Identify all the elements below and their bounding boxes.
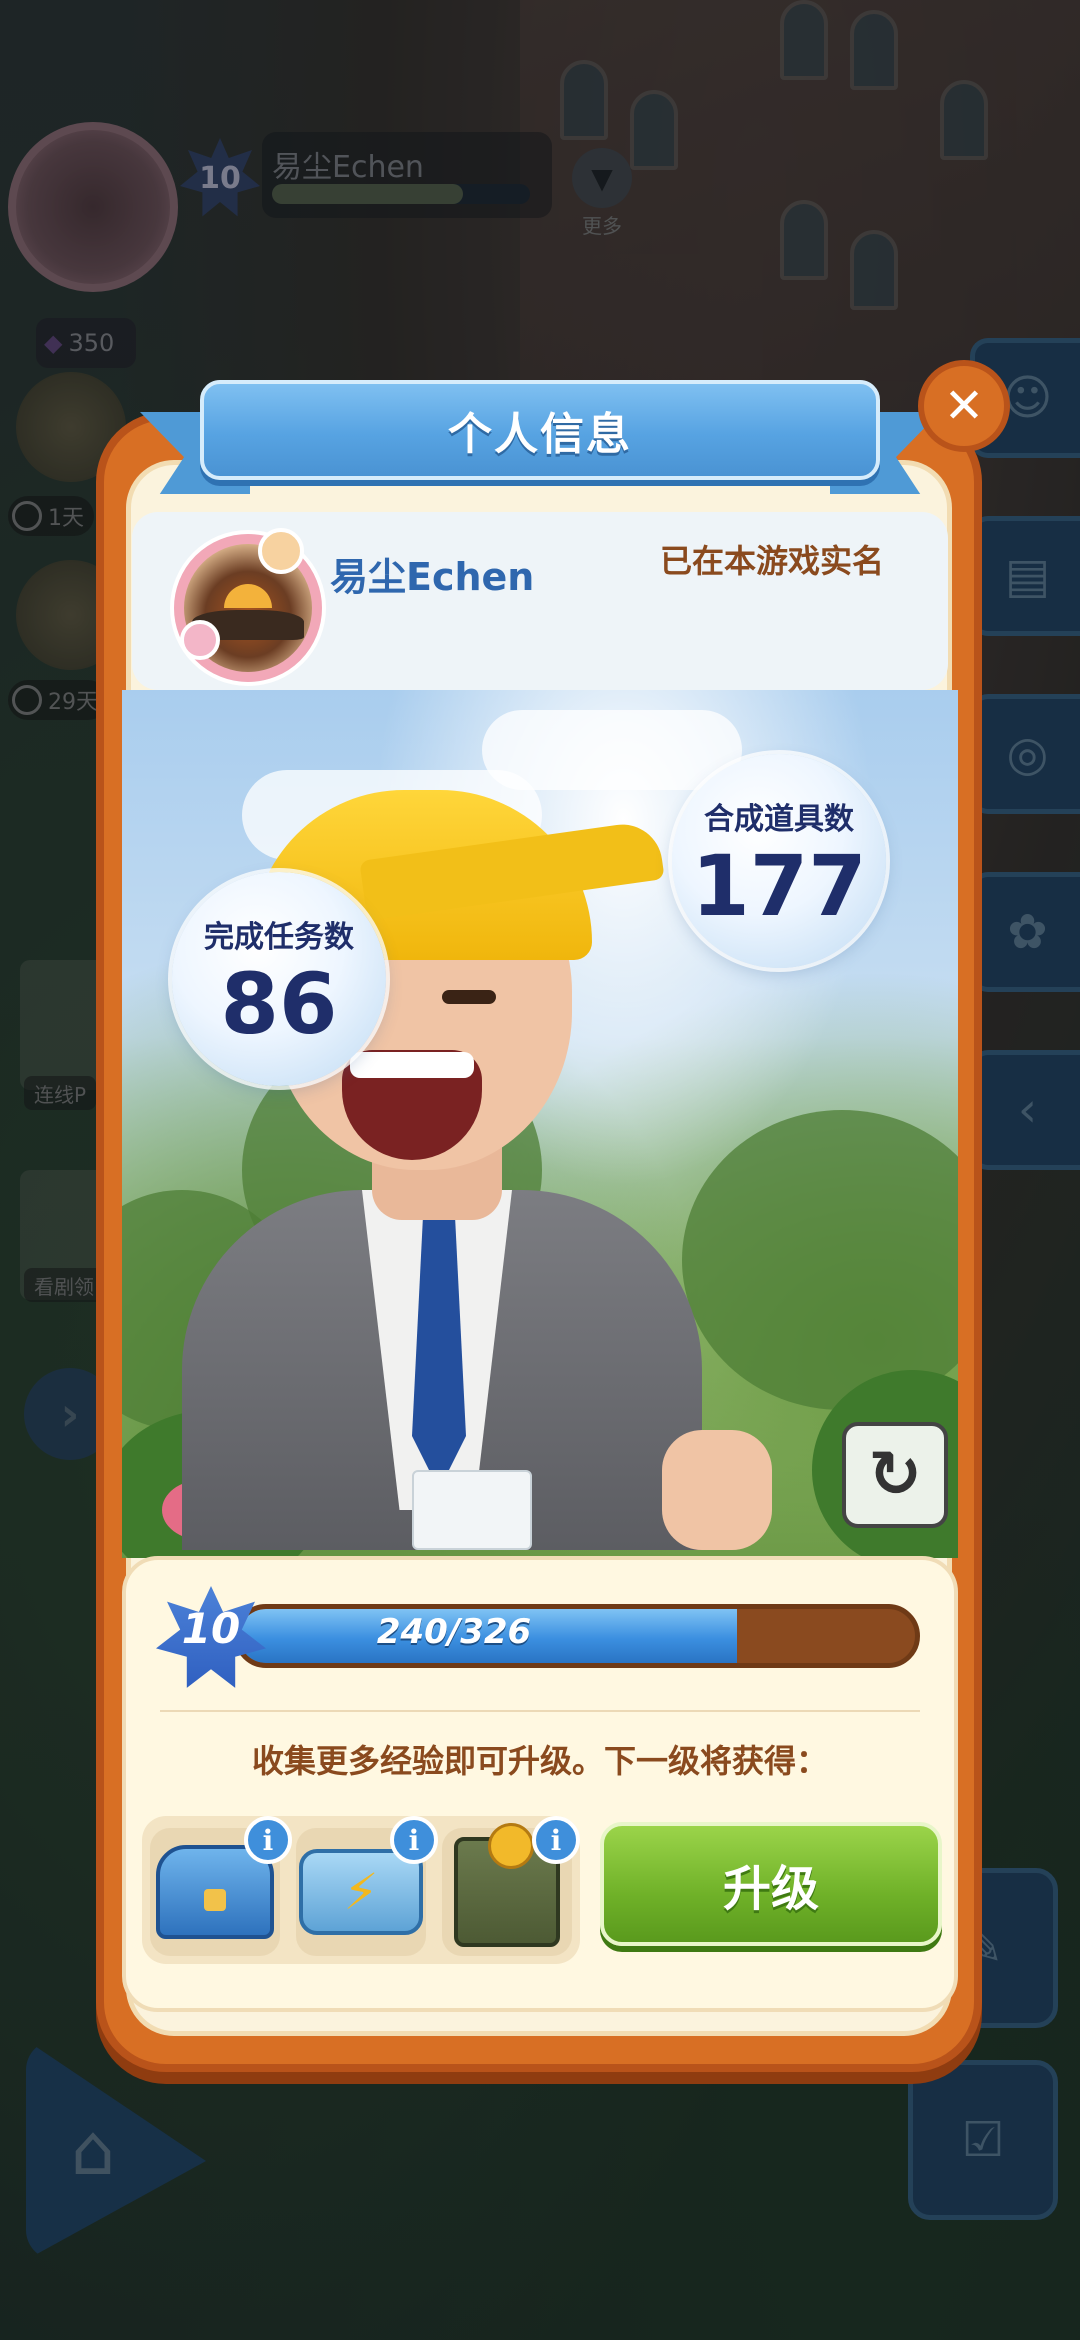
tasks-stat-value: 86: [220, 955, 338, 1053]
refresh-button[interactable]: ↻: [842, 1422, 948, 1528]
profile-name: 易尘Echen: [330, 555, 535, 599]
character-eye: [442, 990, 496, 1004]
cookie-deco-icon: [258, 528, 304, 574]
refresh-icon: ↻: [868, 1438, 922, 1512]
verified-status: 已在本游戏实名: [660, 542, 885, 580]
tasks-stat-bubble: 完成任务数 86: [172, 872, 386, 1086]
avatar-sun: [224, 584, 272, 608]
modal-title: 个人信息: [448, 409, 632, 460]
id-badge: [412, 1470, 532, 1550]
items-stat-label: 合成道具数: [704, 802, 854, 837]
tasks-stat-label: 完成任务数: [204, 920, 354, 955]
info-icon[interactable]: i: [532, 1816, 580, 1864]
info-icon[interactable]: i: [390, 1816, 438, 1864]
character-teeth: [350, 1052, 474, 1078]
xp-progress-text: 240/326: [376, 1612, 532, 1652]
info-icon[interactable]: i: [244, 1816, 292, 1864]
background-tree: [682, 1110, 958, 1410]
close-icon: ✕: [943, 378, 985, 434]
current-level: 10: [181, 1604, 241, 1653]
close-button[interactable]: ✕: [918, 360, 1010, 452]
panel-divider: [160, 1710, 920, 1712]
candy-deco-icon: [180, 620, 220, 660]
modal-title-ribbon: 个人信息: [200, 380, 880, 480]
level-up-hint: 收集更多经验即可升级。下一级将获得：: [251, 1742, 828, 1780]
items-stat-value: 177: [691, 837, 867, 935]
cloud: [482, 710, 742, 790]
items-stat-bubble: 合成道具数 177: [672, 754, 886, 968]
upgrade-button[interactable]: 升级: [600, 1822, 942, 1946]
character-hand: [662, 1430, 772, 1550]
